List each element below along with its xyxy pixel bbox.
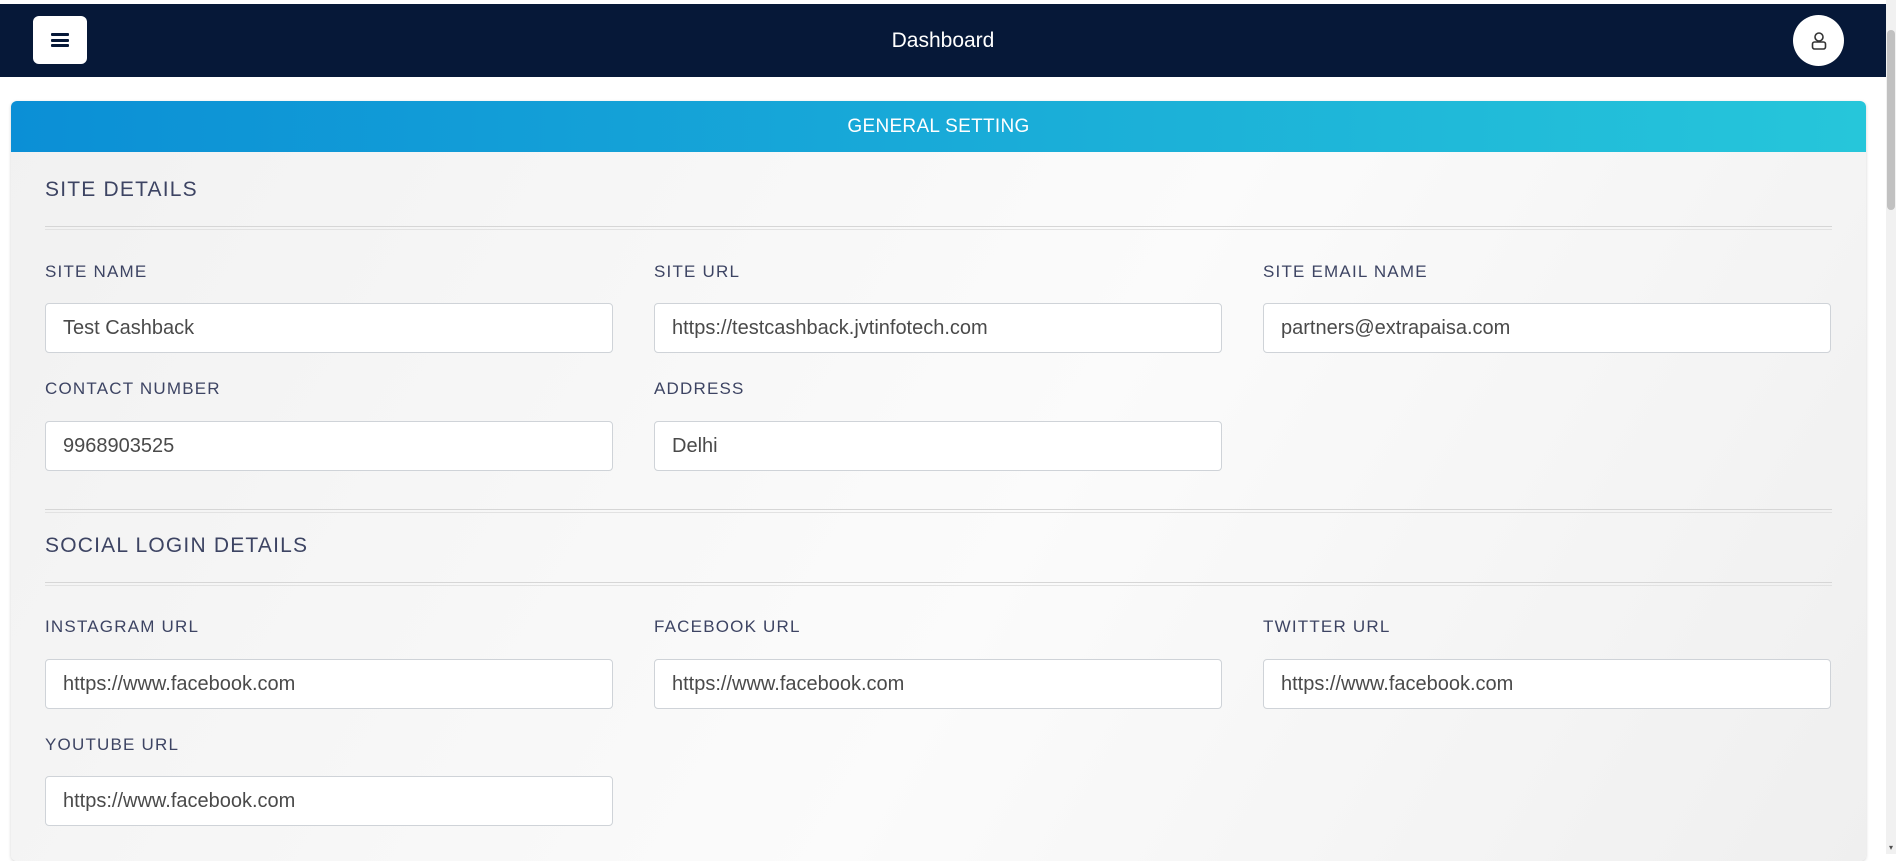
scrollbar-thumb[interactable] (1887, 30, 1895, 210)
top-navbar: Dashboard (0, 4, 1886, 77)
youtube-url-input[interactable] (45, 776, 613, 826)
user-profile-button[interactable] (1793, 15, 1844, 66)
user-icon (1811, 31, 1826, 50)
instagram-url-input[interactable] (45, 659, 613, 709)
address-label: ADDRESS (654, 379, 745, 398)
facebook-url-label: FACEBOOK URL (654, 617, 801, 636)
site-name-input[interactable] (45, 303, 613, 353)
address-input[interactable] (654, 421, 1222, 471)
page-scrollbar[interactable]: ▾ (1886, 0, 1896, 854)
contact-number-label: CONTACT NUMBER (45, 379, 221, 398)
general-setting-card: GENERAL SETTING SITE DETAILS SITE NAME S… (11, 101, 1866, 861)
site-name-label: SITE NAME (45, 262, 148, 281)
youtube-url-label: YOUTUBE URL (45, 735, 180, 754)
menu-toggle-button[interactable] (33, 16, 87, 64)
twitter-url-input[interactable] (1263, 659, 1831, 709)
instagram-url-label: INSTAGRAM URL (45, 617, 200, 636)
social-login-title: SOCIAL LOGIN DETAILS (45, 534, 309, 557)
site-email-label: SITE EMAIL NAME (1263, 262, 1428, 281)
section-divider (45, 582, 1832, 586)
section-divider (45, 226, 1832, 230)
facebook-url-input[interactable] (654, 659, 1222, 709)
scroll-down-arrow-icon[interactable]: ▾ (1886, 842, 1896, 854)
site-details-title: SITE DETAILS (45, 178, 198, 201)
hamburger-menu-icon (51, 33, 69, 47)
page-title: Dashboard (891, 29, 995, 52)
site-url-input[interactable] (654, 303, 1222, 353)
card-header: GENERAL SETTING (11, 101, 1866, 152)
section-divider (45, 509, 1832, 513)
site-email-input[interactable] (1263, 303, 1831, 353)
site-url-label: SITE URL (654, 262, 741, 281)
twitter-url-label: TWITTER URL (1263, 617, 1391, 636)
contact-number-input[interactable] (45, 421, 613, 471)
